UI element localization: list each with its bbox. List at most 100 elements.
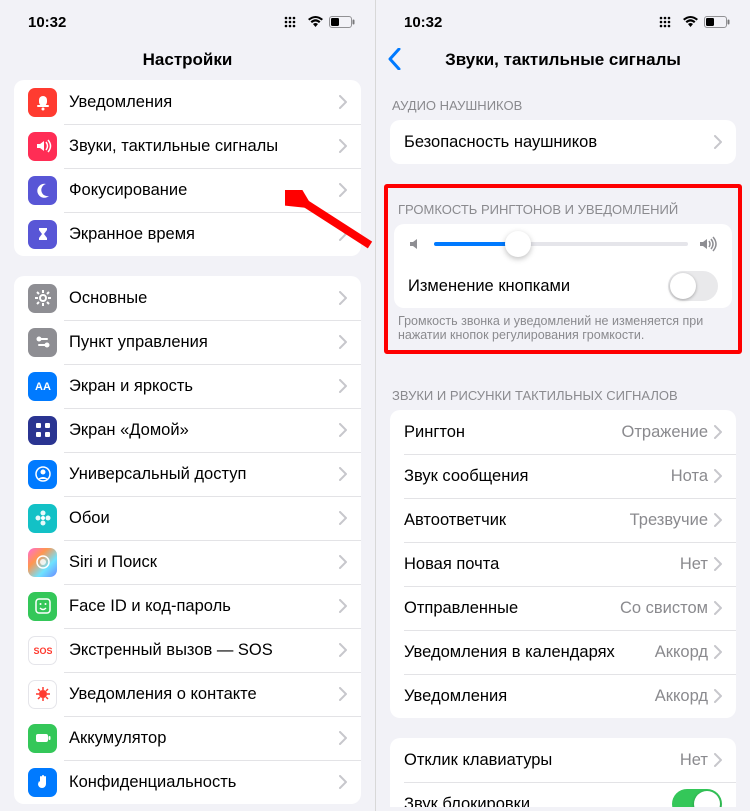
settings-row-screentime[interactable]: Экранное время (14, 212, 361, 256)
toggle-knob (670, 273, 696, 299)
settings-row-home[interactable]: Экран «Домой» (14, 408, 361, 452)
faceid-icon (28, 592, 57, 621)
settings-row-sos[interactable]: SOSЭкстренный вызов — SOS (14, 628, 361, 672)
row-detail: Нет (680, 751, 708, 770)
grid-icon (28, 416, 57, 445)
row-label: Уведомления в календарях (404, 643, 655, 662)
row-detail: Отражение (622, 423, 708, 442)
page-title: Настройки (0, 50, 375, 70)
row-label: Конфиденциальность (69, 773, 339, 792)
settings-group-1: Уведомления Звуки, тактильные сигналыФоку… (14, 80, 361, 256)
chevron-right-icon (339, 511, 347, 525)
nav-bar: Настройки (0, 44, 375, 80)
speaker-icon (28, 132, 57, 161)
sounds-screen: 10:32 Звуки, тактильные сигналы АУДИО НА… (375, 0, 750, 811)
chevron-right-icon (339, 599, 347, 613)
row-headphone-safety[interactable]: Безопасность наушников (390, 120, 736, 164)
row-label: Новая почта (404, 555, 680, 574)
sound-row[interactable]: ОтправленныеСо свистом (390, 586, 736, 630)
group-misc: Отклик клавиатуры Нет Звук блокировки (390, 738, 736, 807)
settings-row-controlcenter[interactable]: Пункт управления (14, 320, 361, 364)
chevron-right-icon (339, 183, 347, 197)
cellular-icon (659, 16, 677, 28)
section-header-volume: ГРОМКОСТЬ РИНГТОНОВ И УВЕДОМЛЕНИЙ (388, 188, 738, 224)
wifi-icon (307, 16, 324, 28)
row-detail: Аккорд (655, 643, 708, 662)
settings-row-exposure[interactable]: Уведомления о контакте (14, 672, 361, 716)
settings-row-general[interactable]: Основные (14, 276, 361, 320)
virus-icon (28, 680, 57, 709)
status-bar: 10:32 (0, 0, 375, 44)
row-label: Уведомления о контакте (69, 685, 339, 704)
row-keyboard-clicks[interactable]: Отклик клавиатуры Нет (390, 738, 736, 782)
sounds-scroll[interactable]: АУДИО НАУШНИКОВ Безопасность наушников Г… (376, 80, 750, 807)
settings-row-faceid[interactable]: Face ID и код-пароль (14, 584, 361, 628)
row-label: Изменение кнопками (408, 277, 668, 296)
row-label: Уведомления (69, 93, 339, 112)
chevron-right-icon (339, 139, 347, 153)
row-detail: Аккорд (655, 687, 708, 706)
row-lock-sound[interactable]: Звук блокировки (390, 782, 736, 807)
chevron-right-icon (714, 645, 722, 659)
settings-row-sounds[interactable]: Звуки, тактильные сигналы (14, 124, 361, 168)
annotation-highlight: ГРОМКОСТЬ РИНГТОНОВ И УВЕДОМЛЕНИЙ Измене… (384, 184, 742, 354)
toggle-lock-sound[interactable] (672, 789, 722, 807)
settings-row-accessibility[interactable]: Универсальный доступ (14, 452, 361, 496)
row-detail: Нота (671, 467, 708, 486)
sound-row[interactable]: Уведомления в календаряхАккорд (390, 630, 736, 674)
settings-row-display[interactable]: AAЭкран и яркость (14, 364, 361, 408)
settings-row-battery[interactable]: Аккумулятор (14, 716, 361, 760)
settings-root-screen: 10:32 Настройки Уведомления Звуки, тактил… (0, 0, 375, 811)
row-detail: Со свистом (620, 599, 708, 618)
status-icons (284, 16, 355, 28)
gear-icon (28, 284, 57, 313)
chevron-right-icon (339, 379, 347, 393)
group-headphones: Безопасность наушников (390, 120, 736, 164)
settings-row-focus[interactable]: Фокусирование (14, 168, 361, 212)
settings-row-privacy[interactable]: Конфиденциальность (14, 760, 361, 804)
status-icons (659, 16, 730, 28)
slider-thumb[interactable] (505, 231, 531, 257)
row-label: Безопасность наушников (404, 133, 714, 152)
chevron-right-icon (339, 775, 347, 789)
chevron-right-icon (714, 135, 722, 149)
battery-icon (329, 16, 355, 28)
group-sound-patterns: РингтонОтражениеЗвук сообщенияНотаАвтоот… (390, 410, 736, 718)
status-time: 10:32 (404, 14, 442, 31)
back-button[interactable] (388, 48, 401, 76)
flower-icon (28, 504, 57, 533)
row-label: Уведомления (404, 687, 655, 706)
settings-row-notifications[interactable]: Уведомления (14, 80, 361, 124)
sound-row[interactable]: УведомленияАккорд (390, 674, 736, 718)
sound-row[interactable]: РингтонОтражение (390, 410, 736, 454)
page-title: Звуки, тактильные сигналы (376, 50, 750, 70)
chevron-right-icon (714, 425, 722, 439)
row-label: Рингтон (404, 423, 622, 442)
volume-footer-note: Громкость звонка и уведомлений не изменя… (388, 308, 738, 346)
chevron-right-icon (714, 557, 722, 571)
status-time: 10:32 (28, 14, 66, 31)
toggle-knob (694, 791, 720, 807)
moon-icon (28, 176, 57, 205)
toggle-change-buttons[interactable] (668, 271, 718, 301)
volume-slider[interactable] (434, 242, 688, 246)
settings-row-siri[interactable]: Siri и Поиск (14, 540, 361, 584)
row-label: Пункт управления (69, 333, 339, 352)
settings-scroll[interactable]: Уведомления Звуки, тактильные сигналыФоку… (0, 80, 375, 807)
sound-row[interactable]: Новая почтаНет (390, 542, 736, 586)
wifi-icon (682, 16, 699, 28)
siri-icon (28, 548, 57, 577)
chevron-right-icon (714, 513, 722, 527)
chevron-right-icon (339, 467, 347, 481)
sound-row[interactable]: Звук сообщенияНота (390, 454, 736, 498)
row-change-with-buttons[interactable]: Изменение кнопками (394, 264, 732, 308)
row-label: Face ID и код-пароль (69, 597, 339, 616)
row-label: Основные (69, 289, 339, 308)
chevron-right-icon (339, 227, 347, 241)
hand-icon (28, 768, 57, 797)
sound-row[interactable]: АвтоответчикТрезвучие (390, 498, 736, 542)
person-icon (28, 460, 57, 489)
settings-row-wallpaper[interactable]: Обои (14, 496, 361, 540)
volume-slider-row (394, 224, 732, 264)
svg-text:AA: AA (35, 381, 51, 393)
